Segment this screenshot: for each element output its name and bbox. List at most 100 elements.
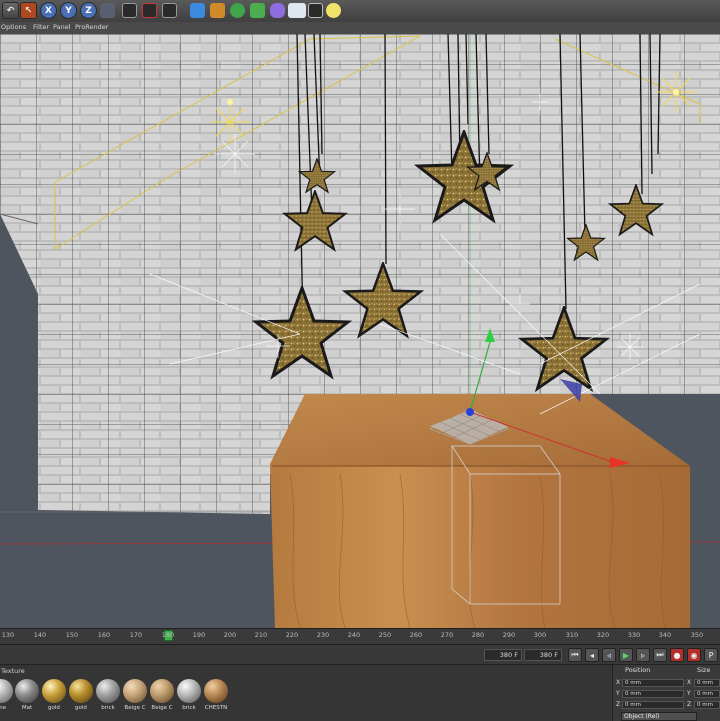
render-settings-icon[interactable] — [162, 3, 177, 18]
size-axis-label: Y — [687, 690, 691, 697]
timeline-tick: 270 — [440, 631, 454, 639]
go-to-start-icon[interactable]: ⏮ — [568, 648, 582, 662]
material-swatch[interactable]: Mat — [14, 679, 40, 717]
menu-options[interactable]: Options — [1, 23, 26, 31]
floor-icon[interactable] — [288, 3, 306, 18]
timeline-ruler[interactable]: 130 140 150 160 170 180 190 200 210 220 … — [0, 628, 720, 645]
pen-tool-icon[interactable] — [210, 3, 225, 18]
material-swatch[interactable]: CHESTN — [203, 679, 229, 717]
position-header: Position — [625, 666, 651, 674]
material-name: Beige C — [151, 705, 173, 711]
cube-icon[interactable] — [190, 3, 205, 18]
material-preview — [15, 679, 39, 703]
subdivision-icon[interactable] — [230, 3, 245, 18]
coordinate-system-icon[interactable] — [100, 3, 115, 18]
timeline-tick: 160 — [97, 631, 111, 639]
previous-frame-icon[interactable]: ◃ — [602, 648, 616, 662]
play-icon[interactable]: ▶ — [619, 648, 633, 662]
preview-end-field[interactable]: 380 F — [484, 649, 522, 661]
previous-key-icon[interactable]: ◂ — [585, 648, 599, 662]
render-picture-viewer-icon[interactable] — [142, 3, 157, 18]
material-preview — [150, 679, 174, 703]
material-swatch[interactable]: gold — [68, 679, 94, 717]
timeline-tick: 260 — [409, 631, 423, 639]
z-axis-button[interactable]: Z — [80, 2, 97, 19]
camera-icon[interactable] — [308, 3, 323, 18]
3d-viewport[interactable] — [0, 34, 720, 628]
material-name: brick — [101, 705, 115, 711]
timeline-tick: 190 — [192, 631, 206, 639]
menu-panel[interactable]: Panel — [53, 23, 71, 31]
timeline-tick: 330 — [627, 631, 641, 639]
go-to-end-icon[interactable]: ⏭ — [653, 648, 667, 662]
autokey-icon[interactable]: ◉ — [687, 648, 701, 662]
material-name: ane — [0, 705, 7, 711]
material-swatch[interactable]: Beige C — [149, 679, 175, 717]
next-frame-icon[interactable]: ▹ — [636, 648, 650, 662]
end-frame-field[interactable]: 380 F — [524, 649, 562, 661]
size-y-field[interactable]: 0 mm — [694, 690, 720, 698]
material-name: Mat — [21, 705, 33, 711]
timeline-tick: 220 — [285, 631, 299, 639]
material-swatch[interactable]: Beige C — [122, 679, 148, 717]
size-header: Size — [697, 666, 711, 674]
render-view-icon[interactable] — [122, 3, 137, 18]
timeline-tick: 230 — [316, 631, 330, 639]
material-swatch[interactable]: brick — [95, 679, 121, 717]
position-axis-label: Y — [616, 690, 620, 697]
material-preview — [96, 679, 120, 703]
timeline-tick: 240 — [347, 631, 361, 639]
timeline-tick: 340 — [658, 631, 672, 639]
timeline-tick: 140 — [33, 631, 47, 639]
light-icon[interactable] — [326, 3, 341, 18]
timeline-tick: 200 — [223, 631, 237, 639]
record-keys-icon[interactable]: ● — [670, 648, 684, 662]
main-toolbar: ↶ ↖ X Y Z — [0, 0, 720, 23]
material-preview — [69, 679, 93, 703]
size-axis-label: Z — [687, 701, 692, 708]
material-name: gold — [75, 705, 87, 711]
coordinates-manager: Position Size X 0 mm X 0 mm Y 0 mm Y 0 m… — [612, 664, 720, 721]
material-swatch[interactable]: ane — [0, 679, 14, 717]
timeline-tick: 290 — [502, 631, 516, 639]
size-x-field[interactable]: 0 mm — [694, 679, 720, 687]
material-preview — [204, 679, 228, 703]
material-swatch[interactable]: gold — [41, 679, 67, 717]
timeline-tick: 280 — [471, 631, 485, 639]
material-name: Beige C — [124, 705, 146, 711]
timeline-tick: 210 — [254, 631, 268, 639]
size-z-field[interactable]: 0 mm — [694, 701, 720, 709]
timeline-tick: 180 — [161, 631, 175, 639]
material-panel-label[interactable]: Texture — [1, 667, 25, 675]
position-y-field[interactable]: 0 mm — [622, 690, 684, 698]
transport-bar: 380 F 380 F ⏮ ◂ ◃ ▶ ▹ ⏭ ● ◉ P — [0, 644, 720, 665]
position-x-field[interactable]: 0 mm — [622, 679, 684, 687]
timeline-tick: 250 — [378, 631, 392, 639]
position-z-field[interactable]: 0 mm — [622, 701, 684, 709]
material-swatch[interactable]: brick — [176, 679, 202, 717]
material-preview — [42, 679, 66, 703]
timeline-tick: 300 — [533, 631, 547, 639]
material-name: gold — [48, 705, 60, 711]
timeline-tick: 150 — [65, 631, 79, 639]
menu-prorender[interactable]: ProRender — [75, 23, 108, 31]
material-preview — [177, 679, 201, 703]
size-axis-label: X — [687, 679, 692, 686]
position-axis-label: X — [616, 679, 621, 686]
viewport-scene — [0, 34, 720, 628]
timeline-tick: 130 — [1, 631, 15, 639]
deformer-icon[interactable] — [270, 3, 285, 18]
material-preview — [0, 679, 13, 703]
undo-icon[interactable]: ↶ — [2, 2, 19, 19]
y-axis-button[interactable]: Y — [60, 2, 77, 19]
x-axis-button[interactable]: X — [40, 2, 57, 19]
timeline-tick: 320 — [596, 631, 610, 639]
timeline-tick: 350 — [690, 631, 704, 639]
menu-filter[interactable]: Filter — [33, 23, 49, 31]
array-icon[interactable] — [250, 3, 265, 18]
key-settings-icon[interactable]: P — [704, 648, 718, 662]
select-tool-icon[interactable]: ↖ — [20, 2, 37, 19]
material-name: CHESTN — [204, 705, 228, 711]
timeline-tick: 170 — [129, 631, 143, 639]
position-axis-label: Z — [616, 701, 621, 708]
